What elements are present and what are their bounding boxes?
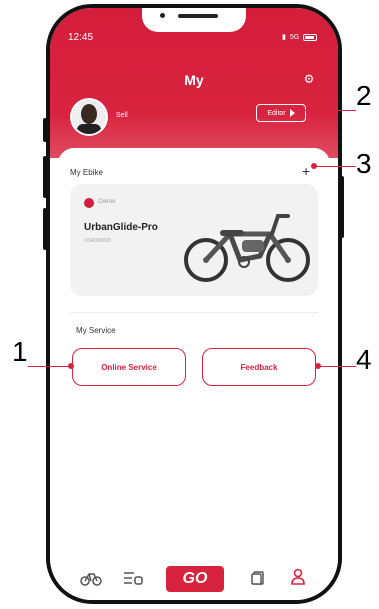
battery-icon [303,33,318,41]
go-button-label: GO [182,570,208,587]
owner-badge-icon [84,198,94,208]
ebike-serial: XDA000008 [84,238,111,244]
ebike-card[interactable]: Owner UrbanGlide-Pro XDA000008 [70,184,318,296]
tab-list-icon[interactable] [122,570,144,586]
page-title: My [184,72,204,88]
go-button[interactable]: GO [166,566,224,592]
ebike-model-name: UrbanGlide-Pro [84,222,158,233]
status-indicators: ▮ 5G [282,33,318,41]
callout-number-2: 2 [356,80,372,111]
online-service-button[interactable]: Online Service [72,348,186,386]
owner-badge-label: Owner [98,199,116,205]
callout-number-3: 3 [356,148,372,179]
callout-dot-4 [315,363,321,369]
avatar-portrait-icon [72,100,106,134]
callout-number-1: 1 [12,336,28,367]
speaker-bar [178,14,218,18]
editor-button[interactable]: Editor [256,104,306,122]
my-ebike-label: My Ebike [70,168,103,177]
editor-button-label: Editor [267,109,286,117]
camera-dot [160,13,165,18]
play-arrow-icon [289,109,295,117]
phone-notch [142,8,246,32]
tab-document-icon[interactable] [250,570,266,586]
tab-profile-icon[interactable] [290,568,306,586]
add-ebike-button[interactable]: + [302,164,310,178]
callout-line-3 [314,166,356,167]
my-service-label: My Service [76,326,116,335]
callout-line-2 [302,110,356,111]
callout-dot-2 [299,107,305,113]
avatar[interactable] [72,100,106,134]
callout-line-4 [318,366,356,367]
callout-number-4: 4 [356,344,372,375]
feedback-button[interactable]: Feedback [202,348,316,386]
feedback-label: Feedback [240,362,278,372]
phone-frame: 12:45 ▮ 5G My ⚙ Sell Editor My Ebike + O… [46,4,342,604]
callout-dot-3 [311,163,317,169]
ebike-image-icon [184,214,310,282]
callout-dot-1 [68,363,74,369]
section-divider [70,312,318,313]
network-label: 5G [289,33,300,41]
callout-line-1 [28,366,70,367]
status-time: 12:45 [68,32,94,43]
online-service-label: Online Service [101,362,157,372]
username: Sell [116,112,128,119]
signal-icon: ▮ [282,34,286,41]
tab-bike-icon[interactable] [80,570,102,586]
settings-icon[interactable]: ⚙ [302,72,316,86]
